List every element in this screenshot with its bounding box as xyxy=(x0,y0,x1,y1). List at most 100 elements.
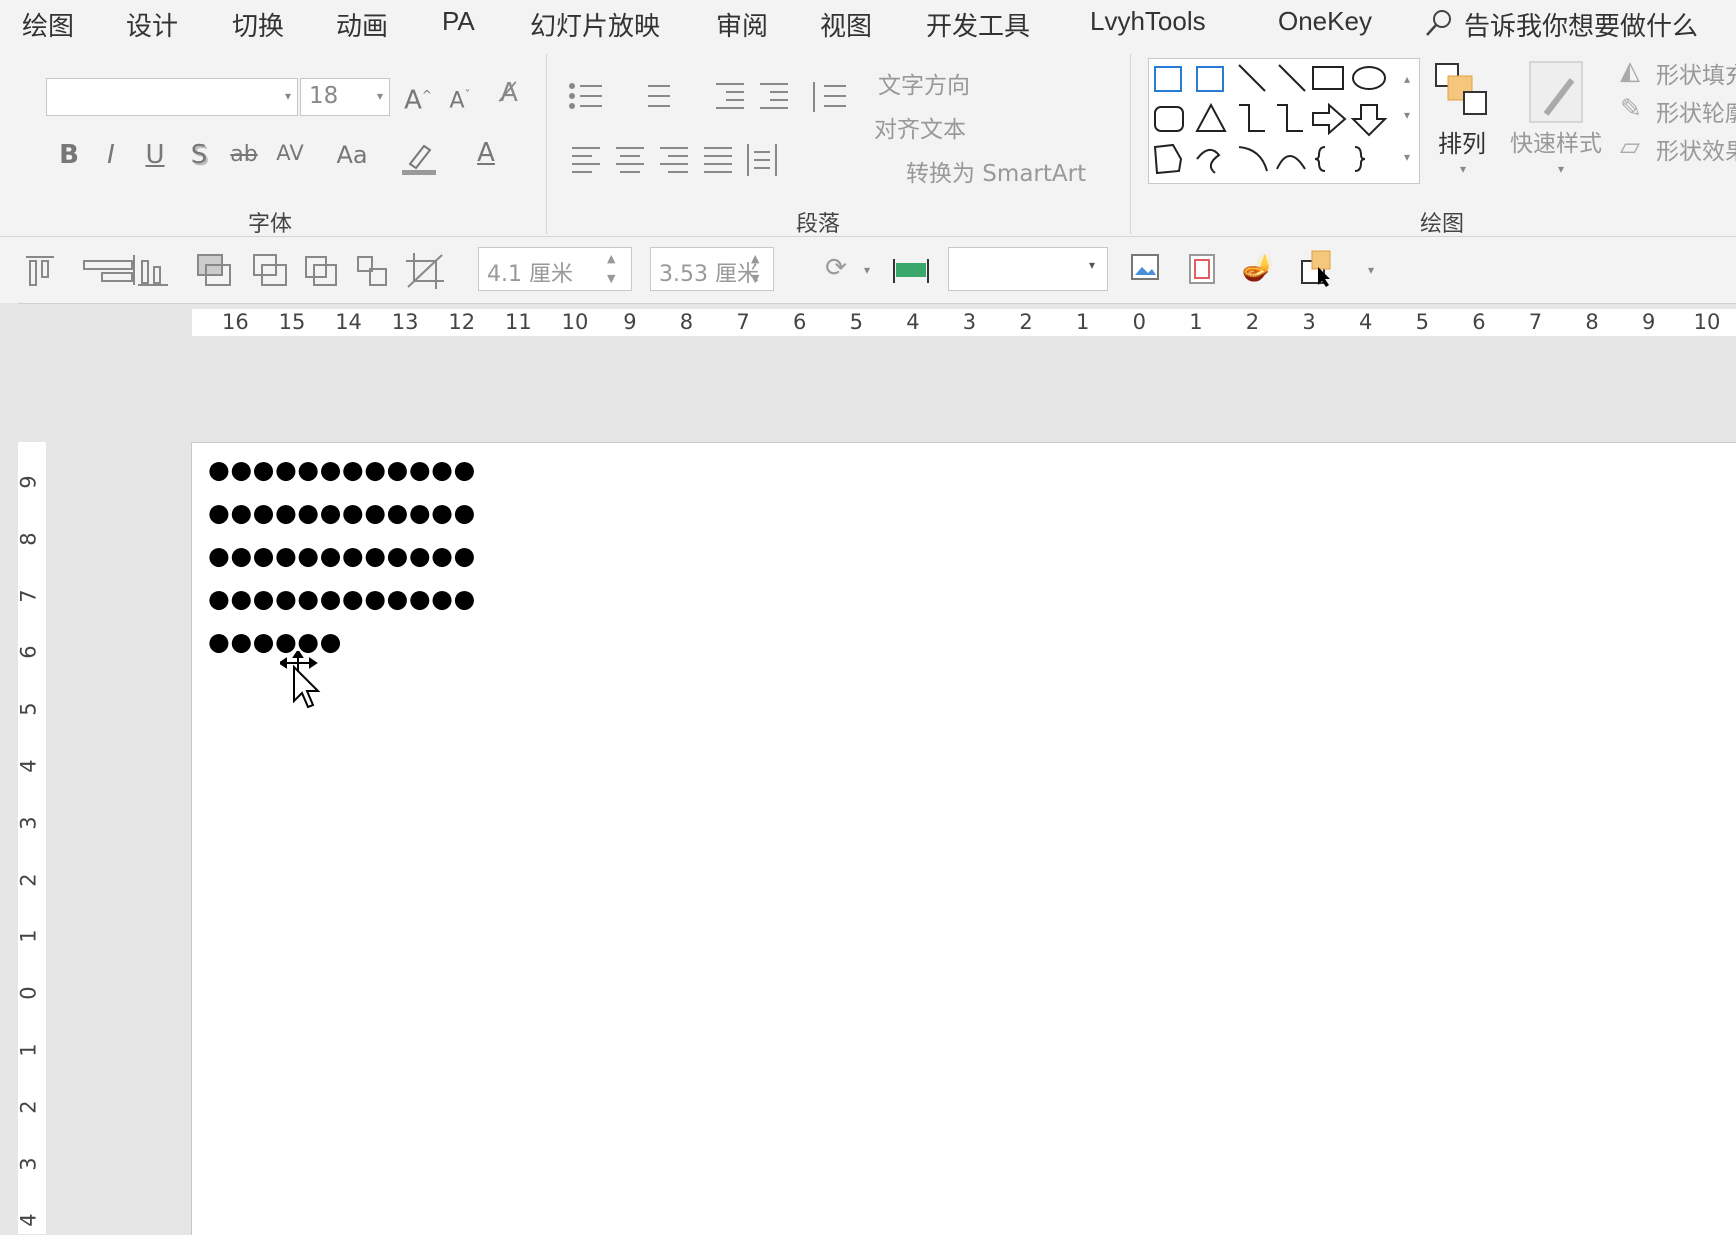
font-size-field[interactable]: 18 ▾ xyxy=(300,78,390,116)
toolbar-overflow-icon[interactable]: ▾ xyxy=(1368,263,1374,277)
change-case-button[interactable]: Aa xyxy=(330,140,374,170)
ruler-label: 0 xyxy=(1132,310,1146,334)
tab-animations[interactable]: 动画 xyxy=(336,6,388,43)
bold-button[interactable]: B xyxy=(54,140,84,170)
font-color-button[interactable]: A xyxy=(470,138,502,168)
arrange-button[interactable]: 排列 xyxy=(1438,124,1486,159)
text-direction-button[interactable]: 文字方向 xyxy=(878,66,970,100)
ruler-label: 3 xyxy=(1302,310,1316,334)
vertical-ruler[interactable]: 9 8 7 6 5 4 3 2 1 0 1 2 3 4 xyxy=(16,442,46,1234)
spinner-up-icon[interactable]: ▲ xyxy=(751,252,759,265)
ruler-label: 6 xyxy=(793,310,807,334)
rotate-icon[interactable]: ⟳ xyxy=(816,253,856,283)
tab-pa[interactable]: PA xyxy=(442,6,475,37)
tab-review[interactable]: 审阅 xyxy=(716,6,768,43)
character-spacing-button[interactable]: AV xyxy=(270,138,310,168)
line-spacing-icon[interactable] xyxy=(806,78,856,118)
ruler-label: 4 xyxy=(1359,310,1373,334)
shapes-gallery[interactable] xyxy=(1148,58,1420,184)
align-text-button[interactable]: 对齐文本 xyxy=(874,110,966,144)
tab-draw[interactable]: 绘图 xyxy=(22,6,74,43)
tell-me-box[interactable]: 告诉我你想要做什么 xyxy=(1464,6,1698,43)
width-field[interactable]: 3.53 厘米 ▲ ▼ xyxy=(650,247,774,291)
ruler-label: 5 xyxy=(1415,310,1429,334)
ruler-label: 10 xyxy=(1693,310,1721,334)
text-line[interactable]: ●●●●●●●●●●●● xyxy=(208,498,476,528)
ruler-label: 5 xyxy=(16,702,41,716)
strikethrough-button[interactable]: ab xyxy=(226,140,262,170)
move-cursor-icon xyxy=(280,651,321,709)
ruler-label: 6 xyxy=(16,645,41,660)
alignment-icons[interactable] xyxy=(570,142,830,178)
selection-pane-icon[interactable] xyxy=(1298,249,1336,287)
arrange-icon[interactable] xyxy=(1434,62,1494,122)
quick-styles-icon[interactable] xyxy=(1528,60,1588,126)
shape-outline-button[interactable]: 形状轮廓 xyxy=(1656,94,1736,128)
tab-slideshow[interactable]: 幻灯片放映 xyxy=(530,6,660,43)
ruler-label: 9 xyxy=(623,310,637,334)
ruler-label: 11 xyxy=(505,310,532,334)
ruler-label: 6 xyxy=(1472,310,1486,334)
paint-bucket-icon: ◭ xyxy=(1620,56,1640,86)
horizontal-ruler[interactable]: 16 15 14 13 12 11 10 9 8 7 6 5 4 3 2 1 0 1 2 3 4 5 6 7 8 9 10 xyxy=(192,309,1736,336)
ruler-label: 2 xyxy=(16,872,41,887)
shadow-button[interactable]: S xyxy=(184,140,214,170)
tab-design[interactable]: 设计 xyxy=(126,6,178,43)
grow-font-icon[interactable]: A^ xyxy=(400,80,436,116)
text-line[interactable]: ●●●●●●●●●●●● xyxy=(208,455,476,485)
quick-styles-button[interactable]: 快速样式 xyxy=(1510,124,1602,158)
spinner-up-icon[interactable]: ▲ xyxy=(607,252,615,265)
gallery-down-icon[interactable]: ▾ xyxy=(1404,108,1410,122)
underline-button[interactable]: U xyxy=(140,140,170,170)
tab-view[interactable]: 视图 xyxy=(820,6,872,43)
italic-button[interactable]: I xyxy=(96,140,126,170)
ruler-label: 13 xyxy=(391,310,419,334)
shape-fill-button[interactable]: 形状填充 xyxy=(1656,56,1736,90)
ruler-label: 8 xyxy=(679,310,694,334)
gallery-up-icon[interactable]: ▴ xyxy=(1404,72,1410,86)
tab-developer[interactable]: 开发工具 xyxy=(926,6,1030,43)
thumbnail-pane-edge xyxy=(0,303,18,1234)
font-name-field[interactable]: ▾ xyxy=(46,78,298,116)
gallery-more-icon[interactable]: ▾ xyxy=(1404,150,1410,164)
ruler-label: 1 xyxy=(1076,310,1090,334)
chevron-down-icon: ▾ xyxy=(284,89,291,103)
ruler-label: 0 xyxy=(16,986,41,1000)
format-toolbar: 4.1 厘米 ▲ ▼ 3.53 厘米 ▲ ▼ ⟳ ▾ ▾ 🪔 ▾ xyxy=(0,237,1736,304)
frame-icon[interactable] xyxy=(1188,253,1216,285)
align-arrange-icons[interactable] xyxy=(22,251,462,291)
ruler-label: 3 xyxy=(962,310,977,334)
picture-icon[interactable] xyxy=(1130,253,1162,285)
slide-canvas[interactable]: ●●●●●●●●●●●● ●●●●●●●●●●●● ●●●●●●●●●●●● ●… xyxy=(191,442,1736,1235)
ruler-label: 5 xyxy=(849,310,863,334)
ruler-label: 14 xyxy=(335,310,362,334)
ruler-label: 3 xyxy=(16,816,41,830)
shape-effects-button[interactable]: 形状效果 xyxy=(1656,132,1736,166)
chevron-down-icon: ▾ xyxy=(1089,258,1096,272)
text-line[interactable]: ●●●●●●●●●●●● xyxy=(208,541,476,571)
align-center-icon[interactable] xyxy=(892,259,930,283)
style-dropdown[interactable]: ▾ xyxy=(948,247,1108,291)
height-field[interactable]: 4.1 厘米 ▲ ▼ xyxy=(478,247,632,291)
ruler-label: 1 xyxy=(16,929,41,944)
paragraph-group-label: 段落 xyxy=(796,212,841,237)
tab-onekey[interactable]: OneKey xyxy=(1278,6,1372,37)
clear-formatting-icon[interactable]: A̸ xyxy=(490,78,528,108)
convert-smartart-button[interactable]: 转换为 SmartArt xyxy=(906,154,1086,188)
font-group-label: 字体 xyxy=(248,212,293,237)
spinner-down-icon[interactable]: ▼ xyxy=(751,272,759,285)
highlight-color-icon[interactable] xyxy=(400,138,440,178)
list-indent-icons[interactable] xyxy=(566,78,816,118)
ruler-label: 2 xyxy=(16,1100,41,1114)
text-line[interactable]: ●●●●●●●●●●●● xyxy=(208,584,476,614)
height-value: 4.1 厘米 xyxy=(487,262,573,287)
shrink-font-icon[interactable]: Aˇ xyxy=(442,80,478,116)
spinner-down-icon[interactable]: ▼ xyxy=(607,272,615,285)
tab-lvyhtools[interactable]: LvyhTools xyxy=(1090,6,1206,37)
ruler-label: 10 xyxy=(561,310,589,334)
ruler-label: 7 xyxy=(16,588,41,603)
genie-lamp-icon[interactable]: 🪔 xyxy=(1240,253,1276,283)
ruler-label: 12 xyxy=(448,310,476,334)
font-size-value: 18 xyxy=(309,83,339,109)
tab-transitions[interactable]: 切换 xyxy=(232,6,284,43)
